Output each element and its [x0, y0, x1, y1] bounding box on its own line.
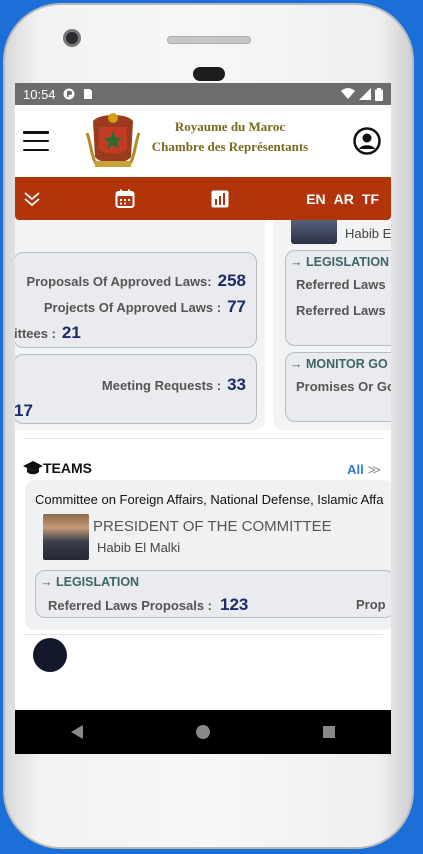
partial-stat-row: 17 [15, 401, 33, 421]
title-line-2: Chambre des Représentants [151, 139, 309, 154]
teams-title: TEAMS [43, 460, 92, 476]
committee-role: PRESIDENT OF THE COMMITTEE [93, 518, 332, 535]
member-name-partial: Habib E [345, 226, 391, 241]
front-camera [63, 29, 81, 47]
meeting-requests-value: 33 [227, 375, 246, 394]
committee-card[interactable]: Committee on Foreign Affairs, National D… [25, 480, 391, 630]
double-chevron-down-icon[interactable] [21, 191, 43, 207]
main-navbar: EN AR TF [15, 177, 391, 220]
recents-icon[interactable] [322, 725, 336, 739]
teams-heading: TEAMS [23, 460, 92, 476]
moon-icon[interactable] [33, 638, 67, 672]
committee-legislation-panel: → LEGISLATION Referred Laws Proposals : 1… [35, 570, 391, 618]
back-icon[interactable] [70, 724, 84, 740]
committees-label: ittees : [15, 326, 56, 341]
committee-name: Committee on Foreign Affairs, National D… [35, 492, 384, 507]
member-legislation-heading: → LEGISLATION [290, 255, 390, 269]
president-name: Habib El Malki [97, 540, 181, 555]
stats-card: Proposals Of Approved Laws: 258 Projects … [15, 220, 265, 430]
home-icon[interactable] [195, 724, 211, 740]
section-divider [23, 438, 383, 439]
proposals-row: Proposals Of Approved Laws: 258 [26, 271, 246, 291]
meeting-requests-row: Meeting Requests : 33 [102, 375, 246, 395]
sim-card-icon [83, 89, 92, 99]
committee-referred-label: Referred Laws Proposals : [48, 598, 212, 613]
committee-referred-row: Referred Laws Proposals : 123 [48, 595, 248, 615]
speaker-grille [167, 36, 251, 44]
menu-icon[interactable] [23, 131, 49, 151]
projects-value: 77 [227, 297, 246, 316]
coat-of-arms-logo [85, 113, 141, 167]
title-line-1: Royaume du Maroc [174, 119, 286, 134]
member-referred-laws-2: Referred Laws [296, 303, 386, 318]
proposals-value: 258 [217, 271, 246, 290]
lang-en-button[interactable]: EN [306, 191, 325, 207]
committee-legislation-heading: → LEGISLATION [40, 575, 140, 589]
teams-all-label: All [347, 462, 364, 477]
status-time: 10:54 [23, 86, 56, 102]
committees-value: 21 [61, 323, 81, 342]
member-monitor-panel: → MONITOR GO Promises Or Go [285, 352, 391, 422]
user-circle-icon[interactable] [353, 127, 381, 155]
dashboard-content[interactable]: Proposals Of Approved Laws: 258 Projects … [15, 220, 391, 754]
signal-icon [359, 88, 371, 100]
battery-icon [375, 87, 383, 101]
laws-stats-panel: Proposals Of Approved Laws: 258 Projects … [15, 252, 257, 348]
android-nav-bar [15, 710, 391, 754]
wifi-icon [341, 88, 355, 99]
member-legislation-panel: → LEGISLATION Referred Laws Referred Law… [285, 250, 391, 346]
status-bar: 10:54 [15, 83, 391, 105]
app-header: Royaume du Maroc Chambre des Représentan… [15, 105, 391, 177]
member-card: Habib E → LEGISLATION Referred Laws Refe… [273, 220, 391, 430]
member-referred-laws-1: Referred Laws [296, 277, 386, 292]
lang-ar-button[interactable]: AR [334, 191, 354, 207]
bar-chart-icon[interactable] [211, 190, 229, 208]
double-chevron-right-icon: ≫ [367, 462, 381, 477]
proposals-label: Proposals Of Approved Laws: [26, 274, 212, 289]
earpiece [193, 67, 225, 81]
partial-stat-value: 17 [15, 401, 33, 420]
projects-label: Projects Of Approved Laws : [43, 300, 222, 315]
president-photo [43, 514, 89, 560]
member-promises-label: Promises Or Go [296, 379, 391, 394]
notification-icon [63, 88, 75, 100]
app-screen: 10:54 Royaume du Maroc Chambre des Repré… [15, 83, 391, 754]
committees-row: ittees : 21 [15, 323, 81, 343]
teams-all-link[interactable]: All ≫ [347, 462, 381, 478]
committee-referred-value: 123 [220, 595, 249, 614]
section-divider-2 [23, 634, 383, 635]
member-monitor-heading: → MONITOR GO [290, 357, 388, 371]
committee-partial-label: Prop [356, 597, 386, 612]
calendar-icon[interactable] [115, 189, 135, 209]
lang-tf-button[interactable]: TF [362, 191, 379, 207]
projects-row: Projects Of Approved Laws : 77 [44, 297, 246, 317]
parliament-title: Royaume du Maroc Chambre des Représentan… [149, 117, 311, 157]
meetings-stats-panel: Meeting Requests : 33 17 [15, 354, 257, 424]
member-photo-small [291, 220, 337, 244]
meeting-requests-label: Meeting Requests : [101, 378, 222, 393]
graduation-cap-icon [23, 461, 43, 475]
